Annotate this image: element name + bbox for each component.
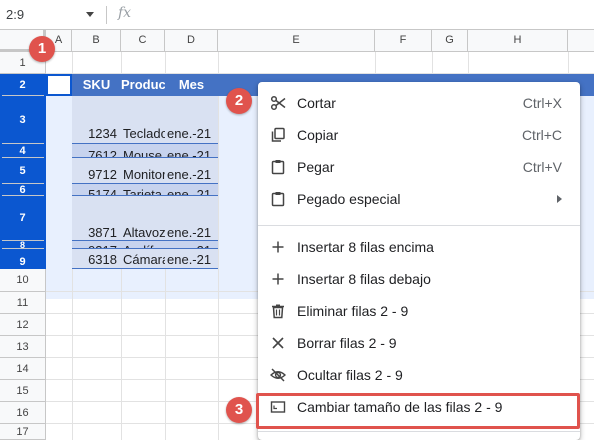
column-header-g[interactable]: G — [432, 30, 468, 52]
cell-producto[interactable]: Altavoz — [121, 196, 165, 241]
menu-item-clear-rows[interactable]: Borrar filas 2 - 9 — [258, 327, 580, 359]
cell-sku[interactable]: 9317 — [72, 241, 121, 249]
cell-mes[interactable]: ene.-21 — [165, 96, 218, 144]
row-header-15[interactable]: 15 — [0, 380, 46, 402]
menu-item-label: Pegado especial — [297, 191, 401, 207]
column-header-h[interactable]: H — [468, 30, 568, 52]
menu-item-insert-above[interactable]: Insertar 8 filas encima — [258, 231, 580, 263]
menu-item-cut[interactable]: Cortar Ctrl+X — [258, 87, 580, 119]
trash-icon — [270, 303, 286, 319]
cell-sku[interactable]: 9712 — [72, 158, 121, 184]
column-header-d[interactable]: D — [165, 30, 218, 52]
column-header-i[interactable] — [568, 30, 594, 52]
menu-item-paste[interactable]: Pegar Ctrl+V — [258, 151, 580, 183]
clipboard-icon — [270, 191, 286, 207]
cell-producto[interactable]: Teclado — [121, 96, 165, 144]
menu-item-hide-rows[interactable]: Ocultar filas 2 - 9 — [258, 359, 580, 391]
row-header-17[interactable]: 17 — [0, 424, 46, 440]
formula-bar: 2:9 fx — [0, 0, 594, 30]
cell-mes[interactable]: ene.-21 — [165, 144, 218, 158]
cell-sku[interactable]: 3871 — [72, 196, 121, 241]
cell-producto[interactable]: Mouse — [121, 144, 165, 158]
active-cell[interactable] — [46, 74, 72, 96]
chevron-down-icon[interactable] — [86, 12, 94, 17]
row-header-12[interactable]: 12 — [0, 314, 46, 336]
menu-divider — [258, 431, 580, 432]
close-icon — [270, 335, 286, 351]
cell-mes[interactable]: ene.-21 — [165, 196, 218, 241]
menu-item-label: Copiar — [297, 127, 339, 143]
plus-icon — [270, 239, 286, 255]
highlight-frame — [256, 393, 580, 429]
submenu-arrow-icon — [557, 195, 562, 203]
row-header-13[interactable]: 13 — [0, 336, 46, 358]
table-header-sku[interactable]: SKU — [72, 74, 121, 96]
clipboard-icon — [270, 159, 286, 175]
cell-sku[interactable]: 5174 — [72, 184, 121, 196]
menu-item-insert-below[interactable]: Insertar 8 filas debajo — [258, 263, 580, 295]
context-menu: Cortar Ctrl+X Copiar Ctrl+C Pegar Ctrl+V… — [258, 82, 580, 440]
shortcut-label: Ctrl+X — [522, 95, 562, 111]
cell-sku[interactable]: 7612 — [72, 144, 121, 158]
menu-item-label: Pegar — [297, 159, 335, 175]
row-header-16[interactable]: 16 — [0, 402, 46, 424]
eye-off-icon — [269, 367, 287, 383]
table-header-producto[interactable]: Producto — [121, 74, 165, 96]
cell-sku[interactable]: 6318 — [72, 249, 121, 269]
menu-item-label: Insertar 8 filas debajo — [297, 271, 431, 287]
menu-item-copy[interactable]: Copiar Ctrl+C — [258, 119, 580, 151]
cell-mes[interactable]: ene.-21 — [165, 241, 218, 249]
cell-mes[interactable]: ene.-21 — [165, 249, 218, 269]
menu-divider — [258, 225, 580, 226]
step-badge-1: 1 — [29, 36, 55, 62]
row-header-10[interactable]: 10 — [0, 268, 46, 292]
plus-icon — [270, 271, 286, 287]
column-header-f[interactable]: F — [375, 30, 432, 52]
cell-sku[interactable]: 1234 — [72, 96, 121, 144]
cell-producto[interactable]: Tarjeta — [121, 184, 165, 196]
row-header-11[interactable]: 11 — [0, 292, 46, 314]
scissors-icon — [270, 95, 286, 111]
table-header-mes[interactable]: Mes — [165, 74, 218, 96]
cell-mes[interactable]: ene.-21 — [165, 158, 218, 184]
divider — [106, 6, 107, 24]
cell-producto[interactable]: Audífonos — [121, 241, 165, 249]
step-badge-2: 2 — [226, 88, 252, 114]
cell-producto[interactable]: Monitor — [121, 158, 165, 184]
menu-item-paste-special[interactable]: Pegado especial — [258, 183, 580, 215]
shortcut-label: Ctrl+C — [521, 127, 562, 143]
menu-item-label: Cortar — [297, 95, 336, 111]
cell-producto[interactable]: Cámara — [121, 249, 165, 269]
copy-icon — [270, 127, 286, 143]
shortcut-label: Ctrl+V — [522, 159, 562, 175]
fx-icon: fx — [118, 5, 132, 21]
column-header-c[interactable]: C — [121, 30, 165, 52]
column-header-e[interactable]: E — [218, 30, 375, 52]
step-badge-3: 3 — [226, 397, 252, 423]
menu-item-label: Borrar filas 2 - 9 — [297, 335, 397, 351]
column-header-b[interactable]: B — [72, 30, 121, 52]
menu-item-delete-rows[interactable]: Eliminar filas 2 - 9 — [258, 295, 580, 327]
cell-mes[interactable]: ene.-21 — [165, 184, 218, 196]
menu-item-label: Eliminar filas 2 - 9 — [297, 303, 409, 319]
row-selection-border — [0, 74, 46, 269]
row-header-14[interactable]: 14 — [0, 358, 46, 380]
menu-item-label: Ocultar filas 2 - 9 — [297, 367, 403, 383]
menu-item-label: Insertar 8 filas encima — [297, 239, 434, 255]
grid-row — [46, 52, 594, 74]
